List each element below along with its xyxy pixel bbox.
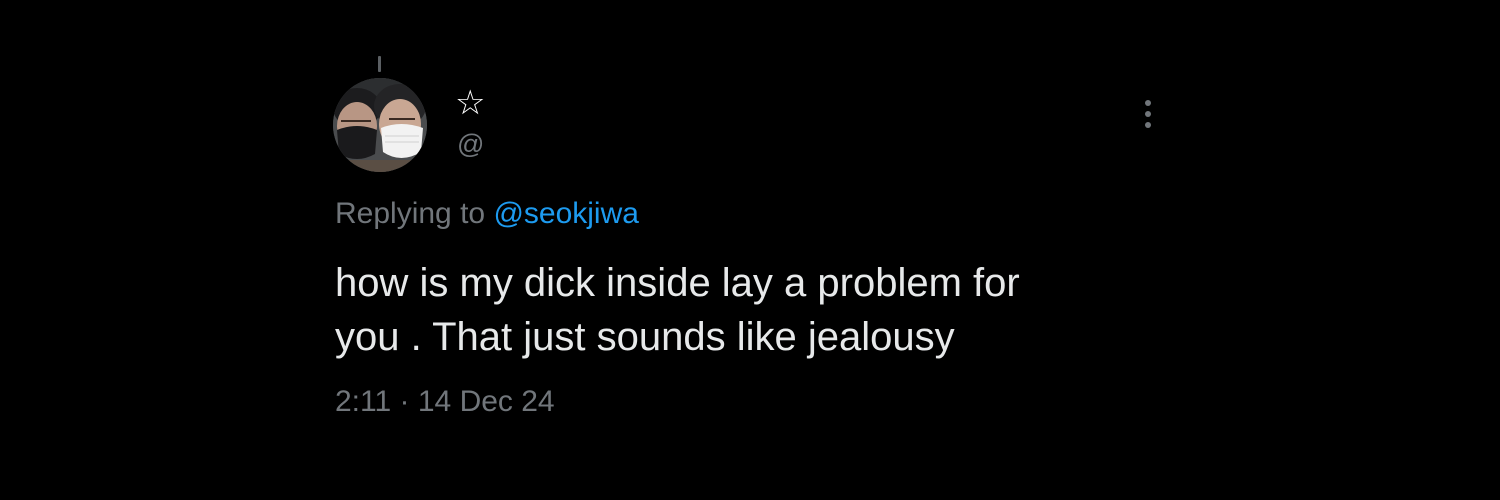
tweet-timestamp[interactable]: 2:11 · 14 Dec 24: [335, 384, 555, 420]
tweet-text-line: you . That just sounds like jealousy: [335, 315, 955, 359]
tweet-text: how is my dick inside lay a problem for …: [335, 256, 1135, 364]
more-vertical-icon: [1145, 100, 1151, 106]
avatar[interactable]: [333, 78, 427, 172]
more-vertical-icon-dot: [1145, 111, 1151, 117]
timestamp-separator: ·: [399, 385, 410, 418]
avatar-photo-icon: [333, 78, 427, 172]
display-name[interactable]: ☆: [455, 84, 485, 122]
user-handle[interactable]: @: [457, 128, 484, 160]
reply-prefix: Replying to: [335, 197, 486, 230]
thread-connector-line: [378, 56, 381, 72]
more-options-button[interactable]: [1138, 98, 1158, 132]
tweet-date: 14 Dec 24: [417, 385, 555, 418]
tweet-time: 2:11: [335, 385, 392, 418]
reply-context: Replying to @seokjiwa: [335, 196, 639, 232]
tweet-text-line: how is my dick inside lay a problem for: [335, 261, 1020, 305]
reply-mention-link[interactable]: @seokjiwa: [493, 197, 639, 230]
more-vertical-icon-dot: [1145, 122, 1151, 128]
